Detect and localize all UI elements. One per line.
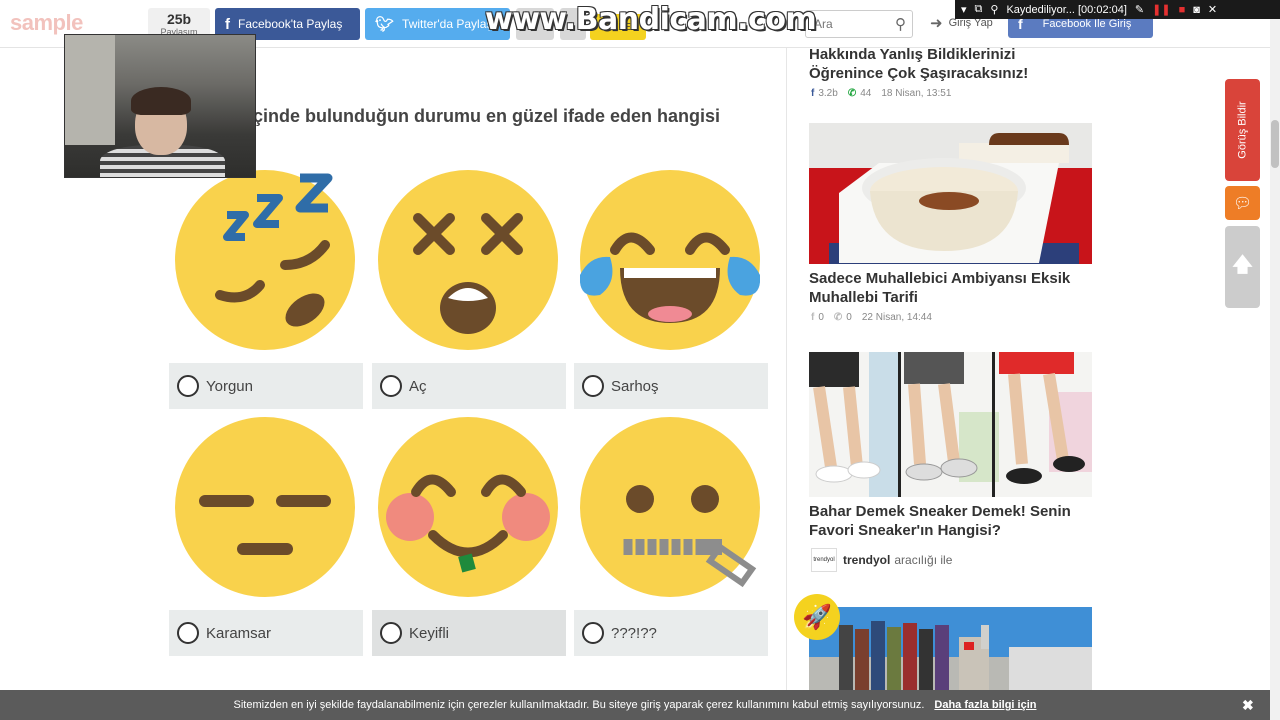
- twitter-icon: 🐦︎: [375, 16, 395, 33]
- recording-status: Kaydediliyor... [00:02:04]: [1006, 3, 1127, 16]
- chat-button[interactable]: 💬︎: [1225, 186, 1260, 220]
- answer-row[interactable]: Aç: [372, 363, 566, 409]
- whatsapp-icon: ✆: [833, 312, 843, 323]
- sponsor-name[interactable]: trendyol: [843, 553, 890, 567]
- facebook-login-label: Facebook İle Giriş: [1042, 18, 1132, 30]
- quiz-option-yorgun[interactable]: Yorgun: [169, 170, 363, 409]
- sidebar-article-title[interactable]: Bahar Demek Sneaker Demek! Senin Favori …: [809, 502, 1089, 540]
- recording-toolbar: ▾ ⧉ ⚲ Kaydediliyor... [00:02:04] ✎ ❚❚ ■ …: [955, 0, 1280, 19]
- answer-label: Yorgun: [206, 377, 253, 395]
- close-icon[interactable]: ✖: [1242, 697, 1254, 714]
- answer-row[interactable]: Yorgun: [169, 363, 363, 409]
- facebook-count: 3.2b: [818, 88, 838, 99]
- quiz-option-keyifli[interactable]: Keyifli: [372, 417, 566, 656]
- article-date: 22 Nisan, 14:44: [861, 312, 932, 323]
- answer-row[interactable]: Keyifli: [372, 610, 566, 656]
- dizzy-face-icon: [378, 170, 558, 350]
- article-date: 18 Nisan, 13:51: [881, 88, 952, 99]
- answer-row[interactable]: Karamsar: [169, 610, 363, 656]
- facebook-count: 0: [818, 312, 824, 323]
- arrow-up-icon: 🡅: [1232, 254, 1253, 276]
- webcam-wall: [65, 35, 115, 145]
- quiz-question: içinde bulunduğun durumu en güzel ifade …: [248, 106, 721, 126]
- article-meta: f 3.2b ✆ 44 18 Nisan, 13:51: [811, 88, 951, 99]
- scrollbar-track[interactable]: [1270, 0, 1280, 720]
- expressionless-face-icon: [175, 417, 355, 597]
- whatsapp-icon: ✆: [847, 88, 857, 99]
- blushing-face-icon: [378, 417, 558, 597]
- library-image: [809, 607, 1092, 690]
- facebook-icon: f: [811, 312, 815, 323]
- tears-of-joy-face-icon: [579, 170, 761, 350]
- facebook-icon: f: [811, 88, 815, 99]
- page: sample 25b Paylaşım f Facebook'ta Paylaş…: [0, 0, 1280, 720]
- cookie-banner: Sitemizden en iyi şekilde faydalanabilme…: [0, 690, 1270, 720]
- dropdown-icon[interactable]: ▾: [961, 3, 967, 16]
- search-input[interactable]: [806, 11, 884, 37]
- webcam-person-hair: [131, 87, 191, 115]
- radio-button[interactable]: [582, 622, 604, 644]
- sidebar-article-title[interactable]: Sadece Muhallebici Ambiyansı Eksik Muhal…: [809, 269, 1089, 307]
- webcam-overlay: [64, 34, 256, 178]
- feedback-label: Görüş Bildir: [1236, 101, 1249, 159]
- twitter-share-label: Twitter'da Paylaş: [402, 17, 493, 31]
- answer-label: Keyifli: [409, 624, 450, 642]
- answer-label: Aç: [409, 377, 427, 395]
- pause-icon[interactable]: ❚❚: [1152, 3, 1170, 16]
- sidebar-article-title[interactable]: Hakkında Yanlış Bildiklerinizi Öğrenince…: [809, 45, 1089, 83]
- sleepy-face-icon: [175, 170, 355, 350]
- sponsor-suffix: aracılığı ile: [894, 553, 953, 567]
- answer-row[interactable]: ???!??: [574, 610, 768, 656]
- whatsapp-count: 44: [860, 88, 872, 99]
- login-icon: ➜: [930, 15, 943, 32]
- answer-row[interactable]: Sarhoş: [574, 363, 768, 409]
- radio-button[interactable]: [380, 375, 402, 397]
- chat-icon: 💬︎: [1232, 195, 1253, 212]
- sneakers-image: [809, 352, 1092, 497]
- quiz-option-ac[interactable]: Aç: [372, 170, 566, 409]
- scroll-top-button[interactable]: 🡅: [1225, 226, 1260, 308]
- zoom-icon[interactable]: ⚲: [990, 3, 998, 16]
- pudding-image: [809, 123, 1092, 264]
- whatsapp-count: 0: [846, 312, 852, 323]
- cookie-more-info-link[interactable]: Daha fazla bilgi için: [934, 699, 1036, 711]
- radio-button[interactable]: [582, 375, 604, 397]
- quiz-option-sarhos[interactable]: Sarhoş: [574, 170, 768, 409]
- answer-label: ???!??: [611, 624, 657, 642]
- site-logo[interactable]: sample: [10, 10, 83, 36]
- article-meta: f 0 ✆ 0 22 Nisan, 14:44: [811, 312, 932, 323]
- search-icon[interactable]: ⚲: [895, 15, 906, 33]
- quiz-option-unknown[interactable]: ???!??: [574, 417, 768, 656]
- camera-icon[interactable]: ◙: [1193, 4, 1200, 16]
- answer-label: Karamsar: [206, 624, 272, 642]
- facebook-icon: f: [225, 15, 230, 33]
- article-image-sneakers[interactable]: [809, 352, 1092, 497]
- quiz-option-karamsar[interactable]: Karamsar: [169, 417, 363, 656]
- scrollbar-thumb[interactable]: [1271, 120, 1279, 168]
- bandicam-watermark: www.Bandicam.com: [485, 2, 817, 37]
- article-image-pudding[interactable]: [809, 123, 1092, 264]
- sponsor-credit: trendyol trendyol aracılığı ile: [811, 548, 952, 572]
- trendyol-logo: trendyol: [811, 548, 837, 572]
- window-icon[interactable]: ⧉: [975, 3, 983, 16]
- radio-button[interactable]: [380, 622, 402, 644]
- radio-button[interactable]: [177, 375, 199, 397]
- facebook-share-label: Facebook'ta Paylaş: [238, 17, 343, 31]
- pencil-icon[interactable]: ✎: [1135, 3, 1144, 16]
- trending-rocket-icon: 🚀: [794, 594, 840, 640]
- close-recorder-icon[interactable]: ✕: [1208, 3, 1217, 16]
- search-box: ⚲: [805, 10, 913, 38]
- radio-button[interactable]: [177, 622, 199, 644]
- article-image-library[interactable]: [809, 607, 1092, 690]
- stop-icon[interactable]: ■: [1179, 4, 1186, 16]
- answer-label: Sarhoş: [611, 377, 659, 395]
- cookie-text: Sitemizden en iyi şekilde faydalanabilme…: [233, 699, 925, 711]
- column-divider: [786, 48, 787, 690]
- share-count-value: 25b: [166, 11, 192, 27]
- zipper-mouth-face-icon: [580, 417, 760, 597]
- feedback-button[interactable]: Görüş Bildir: [1225, 79, 1260, 181]
